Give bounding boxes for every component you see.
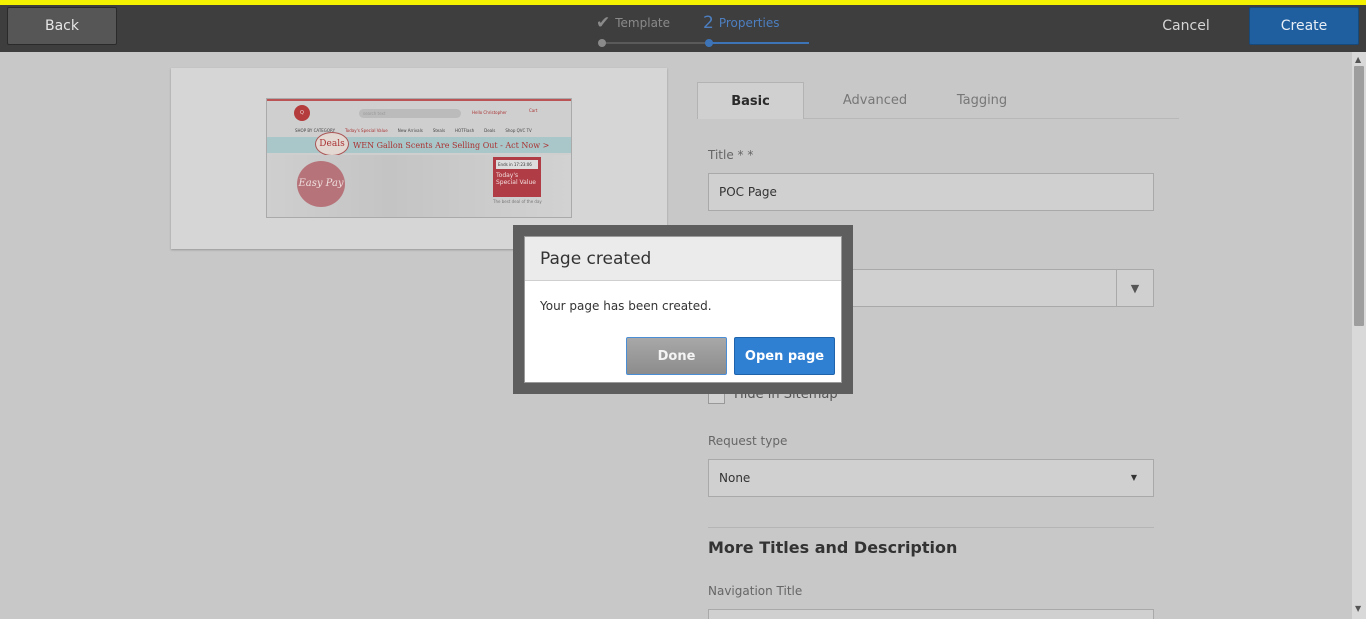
thumb-logo: Q — [294, 105, 310, 121]
check-icon: ✔ — [596, 13, 611, 33]
wizard-steps: ✔ Template 2 Properties — [596, 11, 816, 47]
title-label: Title * * — [708, 148, 754, 162]
wizard-step-label: Properties — [718, 16, 780, 30]
tab-advanced[interactable]: Advanced — [820, 82, 930, 119]
request-type-select[interactable]: None ▼ — [708, 459, 1154, 497]
wizard-step-label: Template — [615, 16, 671, 30]
thumb-tsv-box: Ends in 17:23:06 Today's Special Value — [493, 157, 541, 197]
thumb-cart-text: Cart — [529, 108, 538, 113]
cancel-button[interactable]: Cancel — [1150, 7, 1222, 45]
dropdown-toggle[interactable]: ▼ — [1116, 270, 1153, 306]
thumb-nav: SHOP BY CATEGORY Today's Special Value N… — [267, 127, 571, 135]
thumb-deals-badge: Deals — [315, 132, 349, 156]
create-button[interactable]: Create — [1249, 7, 1359, 45]
wizard-step-number: 2 — [703, 13, 714, 33]
wizard-dot — [598, 39, 606, 47]
thumb-tsv-timer: Ends in 17:23:06 — [496, 160, 538, 169]
navigation-title-label: Navigation Title — [708, 584, 803, 598]
back-button[interactable]: Back — [7, 7, 117, 45]
request-type-label: Request type — [708, 434, 788, 448]
dialog-message: Your page has been created. — [540, 299, 712, 313]
thumb-tsv-tagline: The best deal of the day — [493, 199, 542, 204]
wizard-step-properties[interactable]: 2 Properties — [703, 13, 779, 33]
template-thumbnail: Q search text Hello Christopher Cart SHO… — [266, 98, 572, 218]
scroll-down-icon[interactable]: ▼ — [1355, 604, 1361, 613]
thumb-user-text: Hello Christopher — [472, 110, 507, 115]
open-page-button[interactable]: Open page — [734, 337, 835, 375]
thumb-nav-link: HOTFlash — [455, 128, 475, 133]
template-preview-card: Q search text Hello Christopher Cart SHO… — [171, 68, 667, 249]
tab-tagging[interactable]: Tagging — [927, 82, 1037, 119]
request-type-value: None — [719, 471, 751, 485]
page-scrollbar[interactable]: ▲ ▼ — [1352, 52, 1366, 619]
title-input-value: POC Page — [719, 185, 777, 199]
page-created-dialog: Page created Your page has been created.… — [524, 236, 842, 383]
wizard-dot-active — [705, 39, 713, 47]
tab-basic[interactable]: Basic — [697, 82, 804, 119]
title-input[interactable]: POC Page — [708, 173, 1154, 211]
thumb-nav-link: Today's Special Value — [345, 128, 388, 133]
caret-down-icon: ▼ — [1130, 473, 1137, 482]
wizard-progress-line — [602, 42, 706, 44]
done-button[interactable]: Done — [626, 337, 727, 375]
thumb-easy-pay: Easy Pay — [297, 161, 345, 207]
thumb-search-box: search text — [359, 109, 461, 118]
dialog-title: Page created — [525, 237, 841, 281]
more-titles-heading: More Titles and Description — [708, 538, 958, 557]
scroll-thumb[interactable] — [1354, 66, 1364, 326]
wizard-step-template[interactable]: ✔ Template — [596, 13, 670, 33]
scroll-up-icon[interactable]: ▲ — [1355, 55, 1361, 64]
top-toolbar: Back ✔ Template 2 Properties Cancel Crea… — [0, 5, 1366, 52]
thumb-top-border — [267, 99, 571, 101]
thumb-tsv-title: Today's Special Value — [496, 172, 537, 186]
thumb-headline: WEN Gallon Scents Are Selling Out - Act … — [353, 141, 550, 150]
tab-bar: Basic Advanced Tagging — [697, 82, 1179, 119]
thumb-nav-link: Steals — [432, 128, 446, 133]
thumb-nav-link: New Arrivals — [397, 128, 423, 133]
thumb-nav-link: Shop QVC TV — [505, 128, 532, 133]
section-divider — [708, 527, 1154, 528]
navigation-title-input[interactable] — [708, 609, 1154, 619]
wizard-progress-line-active — [709, 42, 809, 44]
thumb-nav-link: Deals — [484, 128, 496, 133]
caret-down-icon: ▼ — [1130, 281, 1140, 295]
